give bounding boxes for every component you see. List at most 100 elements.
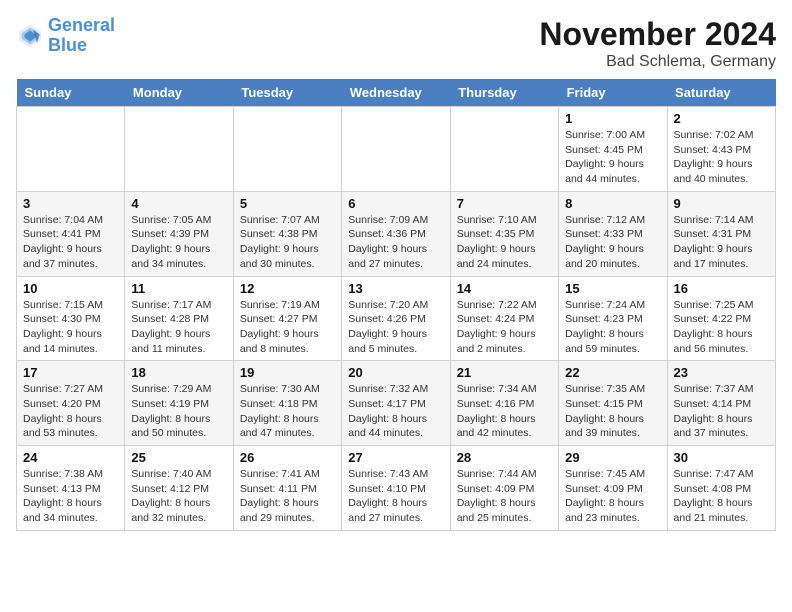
day-info: Sunrise: 7:22 AM Sunset: 4:24 PM Dayligh… <box>457 298 552 357</box>
day-info: Sunrise: 7:40 AM Sunset: 4:12 PM Dayligh… <box>131 467 226 526</box>
day-cell: 15 Sunrise: 7:24 AM Sunset: 4:23 PM Dayli… <box>559 276 667 361</box>
day-info: Sunrise: 7:15 AM Sunset: 4:30 PM Dayligh… <box>23 298 118 357</box>
day-cell: 23Sunrise: 7:37 AM Sunset: 4:14 PM Dayli… <box>667 361 775 446</box>
day-cell: 30 Sunrise: 7:47 AM Sunset: 4:08 PM Dayli… <box>667 446 775 531</box>
day-info: Sunrise: 7:17 AM Sunset: 4:28 PM Dayligh… <box>131 298 226 357</box>
day-cell: 9 Sunrise: 7:14 AM Sunset: 4:31 PM Daylig… <box>667 191 775 276</box>
day-number: 12 <box>240 281 335 296</box>
day-info: Sunrise: 7:41 AM Sunset: 4:11 PM Dayligh… <box>240 467 335 526</box>
day-info: Sunrise: 7:09 AM Sunset: 4:36 PM Dayligh… <box>348 213 443 272</box>
day-number: 6 <box>348 196 443 211</box>
day-number: 15 <box>565 281 660 296</box>
day-info: Sunrise: 7:43 AM Sunset: 4:10 PM Dayligh… <box>348 467 443 526</box>
day-cell: 24 Sunrise: 7:38 AM Sunset: 4:13 PM Dayli… <box>17 446 125 531</box>
day-number: 25 <box>131 450 226 465</box>
day-cell: 11 Sunrise: 7:17 AM Sunset: 4:28 PM Dayli… <box>125 276 233 361</box>
weekday-header-friday: Friday <box>559 79 667 107</box>
day-cell: 20Sunrise: 7:32 AM Sunset: 4:17 PM Dayli… <box>342 361 450 446</box>
day-info: Sunrise: 7:24 AM Sunset: 4:23 PM Dayligh… <box>565 298 660 357</box>
day-number: 27 <box>348 450 443 465</box>
day-number: 11 <box>131 281 226 296</box>
day-cell: 26 Sunrise: 7:41 AM Sunset: 4:11 PM Dayli… <box>233 446 341 531</box>
day-cell: 14 Sunrise: 7:22 AM Sunset: 4:24 PM Dayli… <box>450 276 558 361</box>
day-info: Sunrise: 7:47 AM Sunset: 4:08 PM Dayligh… <box>674 467 769 526</box>
weekday-header-tuesday: Tuesday <box>233 79 341 107</box>
day-cell: 6 Sunrise: 7:09 AM Sunset: 4:36 PM Daylig… <box>342 191 450 276</box>
day-cell: 2 Sunrise: 7:02 AM Sunset: 4:43 PM Daylig… <box>667 107 775 192</box>
day-info: Sunrise: 7:14 AM Sunset: 4:31 PM Dayligh… <box>674 213 769 272</box>
day-info: Sunrise: 7:05 AM Sunset: 4:39 PM Dayligh… <box>131 213 226 272</box>
day-cell: 21 Sunrise: 7:34 AM Sunset: 4:16 PM Dayli… <box>450 361 558 446</box>
day-number: 7 <box>457 196 552 211</box>
day-number: 21 <box>457 365 552 380</box>
day-number: 30 <box>674 450 769 465</box>
day-number: 9 <box>674 196 769 211</box>
day-cell: 8Sunrise: 7:12 AM Sunset: 4:33 PM Daylig… <box>559 191 667 276</box>
calendar-table: SundayMondayTuesdayWednesdayThursdayFrid… <box>16 79 776 531</box>
week-row-5: 24 Sunrise: 7:38 AM Sunset: 4:13 PM Dayli… <box>17 446 776 531</box>
day-number: 19 <box>240 365 335 380</box>
logo-text: General Blue <box>48 16 115 56</box>
day-number: 8 <box>565 196 660 211</box>
day-number: 16 <box>674 281 769 296</box>
day-info: Sunrise: 7:29 AM Sunset: 4:19 PM Dayligh… <box>131 382 226 441</box>
day-number: 22 <box>565 365 660 380</box>
day-cell: 25 Sunrise: 7:40 AM Sunset: 4:12 PM Dayli… <box>125 446 233 531</box>
day-info: Sunrise: 7:44 AM Sunset: 4:09 PM Dayligh… <box>457 467 552 526</box>
day-info: Sunrise: 7:07 AM Sunset: 4:38 PM Dayligh… <box>240 213 335 272</box>
day-cell: 19 Sunrise: 7:30 AM Sunset: 4:18 PM Dayli… <box>233 361 341 446</box>
weekday-header-monday: Monday <box>125 79 233 107</box>
day-number: 17 <box>23 365 118 380</box>
day-cell: 7Sunrise: 7:10 AM Sunset: 4:35 PM Daylig… <box>450 191 558 276</box>
weekday-header-row: SundayMondayTuesdayWednesdayThursdayFrid… <box>17 79 776 107</box>
day-cell <box>125 107 233 192</box>
day-cell: 3 Sunrise: 7:04 AM Sunset: 4:41 PM Daylig… <box>17 191 125 276</box>
day-cell: 4 Sunrise: 7:05 AM Sunset: 4:39 PM Daylig… <box>125 191 233 276</box>
day-info: Sunrise: 7:02 AM Sunset: 4:43 PM Dayligh… <box>674 128 769 187</box>
day-number: 24 <box>23 450 118 465</box>
day-info: Sunrise: 7:00 AM Sunset: 4:45 PM Dayligh… <box>565 128 660 187</box>
day-info: Sunrise: 7:20 AM Sunset: 4:26 PM Dayligh… <box>348 298 443 357</box>
day-cell: 13 Sunrise: 7:20 AM Sunset: 4:26 PM Dayli… <box>342 276 450 361</box>
weekday-header-saturday: Saturday <box>667 79 775 107</box>
logo: General Blue <box>16 16 115 56</box>
day-number: 23 <box>674 365 769 380</box>
day-number: 3 <box>23 196 118 211</box>
weekday-header-thursday: Thursday <box>450 79 558 107</box>
weekday-header-wednesday: Wednesday <box>342 79 450 107</box>
day-cell: 22 Sunrise: 7:35 AM Sunset: 4:15 PM Dayli… <box>559 361 667 446</box>
day-cell: 27 Sunrise: 7:43 AM Sunset: 4:10 PM Dayli… <box>342 446 450 531</box>
day-cell: 16 Sunrise: 7:25 AM Sunset: 4:22 PM Dayli… <box>667 276 775 361</box>
day-info: Sunrise: 7:38 AM Sunset: 4:13 PM Dayligh… <box>23 467 118 526</box>
day-info: Sunrise: 7:04 AM Sunset: 4:41 PM Dayligh… <box>23 213 118 272</box>
day-cell <box>17 107 125 192</box>
day-cell: 18 Sunrise: 7:29 AM Sunset: 4:19 PM Dayli… <box>125 361 233 446</box>
day-number: 18 <box>131 365 226 380</box>
title-area: November 2024 Bad Schlema, Germany <box>539 16 776 71</box>
day-cell: 5Sunrise: 7:07 AM Sunset: 4:38 PM Daylig… <box>233 191 341 276</box>
day-cell: 28Sunrise: 7:44 AM Sunset: 4:09 PM Dayli… <box>450 446 558 531</box>
day-number: 2 <box>674 111 769 126</box>
week-row-3: 10Sunrise: 7:15 AM Sunset: 4:30 PM Dayli… <box>17 276 776 361</box>
day-cell: 10Sunrise: 7:15 AM Sunset: 4:30 PM Dayli… <box>17 276 125 361</box>
day-number: 13 <box>348 281 443 296</box>
day-cell <box>450 107 558 192</box>
week-row-1: 1 Sunrise: 7:00 AM Sunset: 4:45 PM Daylig… <box>17 107 776 192</box>
day-number: 1 <box>565 111 660 126</box>
day-info: Sunrise: 7:27 AM Sunset: 4:20 PM Dayligh… <box>23 382 118 441</box>
day-number: 4 <box>131 196 226 211</box>
day-info: Sunrise: 7:35 AM Sunset: 4:15 PM Dayligh… <box>565 382 660 441</box>
day-number: 14 <box>457 281 552 296</box>
day-info: Sunrise: 7:25 AM Sunset: 4:22 PM Dayligh… <box>674 298 769 357</box>
day-info: Sunrise: 7:34 AM Sunset: 4:16 PM Dayligh… <box>457 382 552 441</box>
day-info: Sunrise: 7:30 AM Sunset: 4:18 PM Dayligh… <box>240 382 335 441</box>
week-row-4: 17 Sunrise: 7:27 AM Sunset: 4:20 PM Dayli… <box>17 361 776 446</box>
day-cell: 29Sunrise: 7:45 AM Sunset: 4:09 PM Dayli… <box>559 446 667 531</box>
logo-icon <box>16 22 44 50</box>
day-cell: 12Sunrise: 7:19 AM Sunset: 4:27 PM Dayli… <box>233 276 341 361</box>
day-number: 26 <box>240 450 335 465</box>
week-row-2: 3 Sunrise: 7:04 AM Sunset: 4:41 PM Daylig… <box>17 191 776 276</box>
day-number: 29 <box>565 450 660 465</box>
day-number: 20 <box>348 365 443 380</box>
weekday-header-sunday: Sunday <box>17 79 125 107</box>
